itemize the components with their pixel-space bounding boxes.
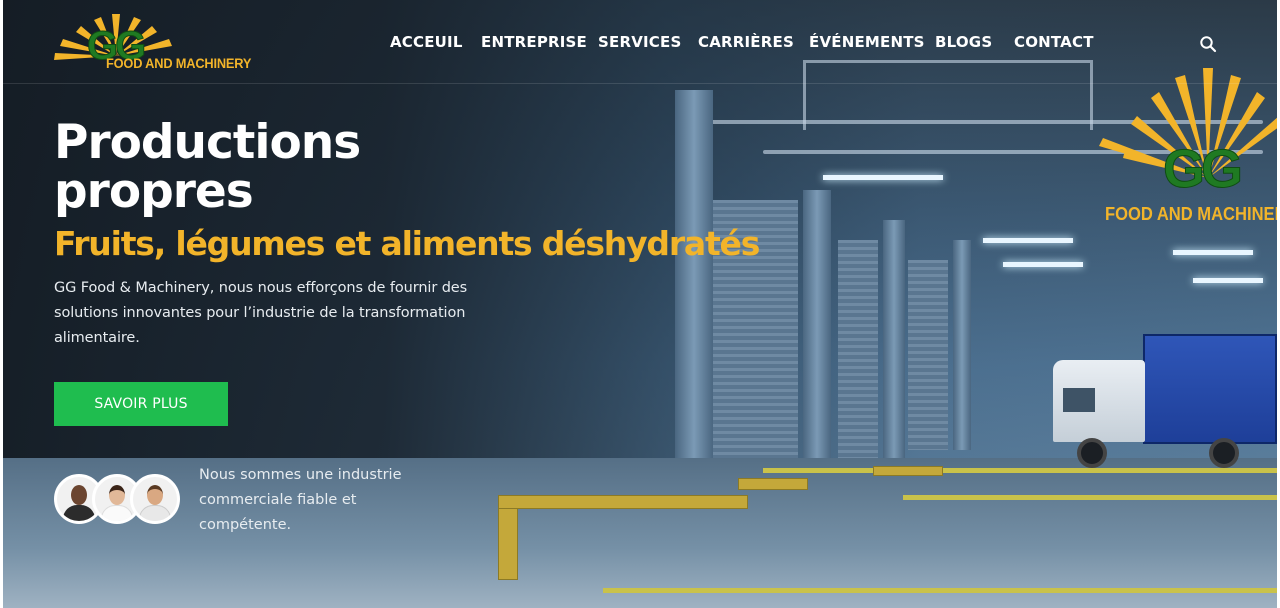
nav-item-entreprise[interactable]: ENTREPRISE [481,33,587,51]
brand-logo[interactable]: GG FOOD AND MACHINERY [54,12,269,74]
nav-item-services[interactable]: SERVICES [598,33,681,51]
nav-item-blogs[interactable]: BLOGS [935,33,992,51]
watermark-logo-letters: GG [1162,139,1243,199]
trust-statement: Nous sommes une industrie commerciale fi… [199,467,402,533]
avatar [130,474,180,524]
watermark-logo-text: FOOD AND MACHINERY [1105,204,1277,224]
search-icon[interactable] [1199,35,1217,53]
hero-section: GG FOOD AND MACHINERY GG FOOD AND MACHIN… [3,0,1277,608]
site-header: GG FOOD AND MACHINERY ACCEUIL ENTREPRISE… [3,0,1277,84]
logo-text: FOOD AND MACHINERY [106,56,252,71]
hero-description: GG Food & Machinery, nous nous efforçons… [54,280,468,346]
hero-title: Productions propres [54,115,361,219]
savoir-plus-button[interactable]: SAVOIR PLUS [54,382,228,426]
nav-item-acceuil[interactable]: ACCEUIL [390,33,463,51]
nav-item-contact[interactable]: CONTACT [1014,33,1094,51]
customer-avatars [54,474,182,524]
nav-item-carrieres[interactable]: CARRIÈRES [698,33,794,51]
hero-subtitle: Fruits, légumes et aliments déshydratés [54,224,760,263]
nav-item-evenements[interactable]: ÉVÉNEMENTS [809,33,925,51]
